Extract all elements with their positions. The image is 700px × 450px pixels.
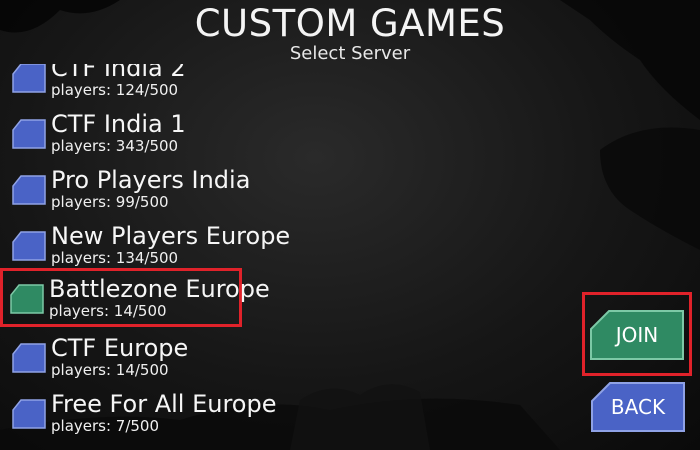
server-tile-icon-selected — [10, 284, 44, 314]
server-list[interactable]: CTF India 2 players: 124/500 CTF India 1… — [0, 64, 300, 450]
page-title: CUSTOM GAMES — [194, 2, 506, 45]
server-tile-icon — [12, 343, 46, 373]
server-name: Pro Players India — [51, 166, 251, 194]
server-name: CTF India 1 — [51, 110, 186, 138]
server-row[interactable]: Free For All Europe players: 7/500 — [5, 386, 276, 436]
server-tile-icon — [12, 119, 46, 149]
server-name: Free For All Europe — [51, 390, 277, 418]
server-row[interactable]: Pro Players India players: 99/500 — [5, 162, 250, 212]
server-row[interactable]: CTF India 2 players: 124/500 — [5, 64, 240, 100]
server-tile-icon — [12, 175, 46, 205]
server-row[interactable]: CTF India 1 players: 343/500 — [5, 106, 240, 156]
join-button-label: JOIN — [615, 323, 659, 347]
server-player-count: players: 124/500 — [51, 81, 179, 99]
join-button[interactable]: JOIN — [589, 309, 685, 361]
server-name: CTF Europe — [51, 334, 189, 362]
server-player-count: players: 343/500 — [51, 137, 179, 155]
server-player-count: players: 14/500 — [51, 361, 169, 379]
server-row[interactable]: New Players Europe players: 134/500 — [5, 218, 290, 268]
server-player-count: players: 134/500 — [51, 249, 179, 267]
server-tile-icon — [12, 399, 46, 429]
server-row[interactable]: CTF Europe players: 14/500 — [5, 330, 240, 380]
server-player-count: players: 7/500 — [51, 417, 160, 435]
server-tile-icon — [12, 231, 46, 261]
page-subtitle: Select Server — [289, 43, 411, 64]
server-tile-icon — [12, 64, 46, 93]
server-name: New Players Europe — [51, 222, 291, 250]
server-row-selected[interactable]: Battlezone Europe players: 14/500 — [0, 268, 270, 327]
header: CUSTOM GAMES Select Server — [0, 2, 700, 64]
server-name: CTF India 2 — [51, 64, 186, 82]
back-button[interactable]: BACK — [590, 381, 686, 433]
server-player-count: players: 99/500 — [51, 193, 169, 211]
server-name: Battlezone Europe — [49, 275, 270, 303]
server-player-count: players: 14/500 — [49, 302, 167, 320]
back-button-label: BACK — [610, 395, 666, 419]
